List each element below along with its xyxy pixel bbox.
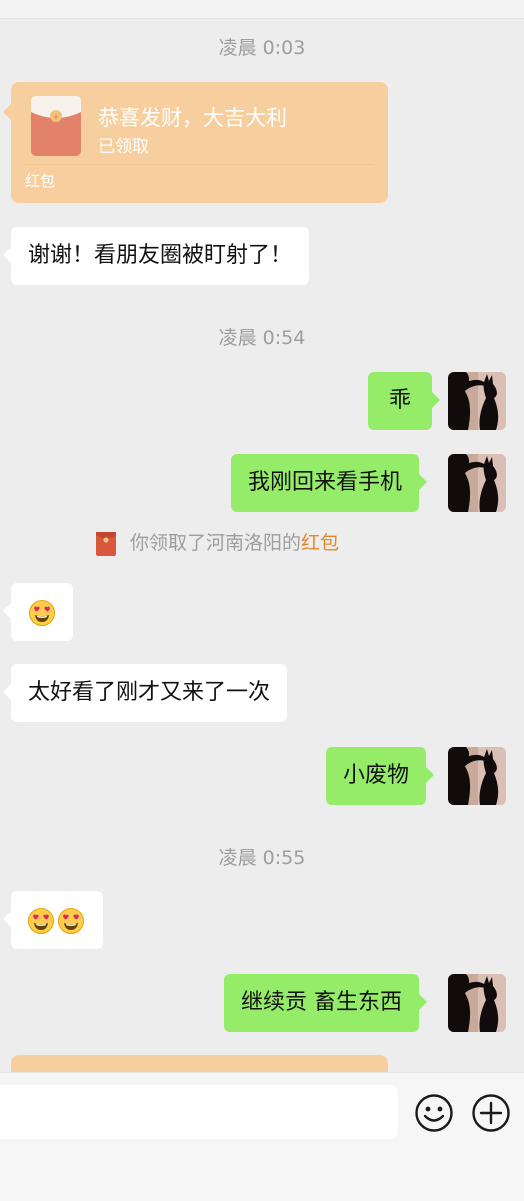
message-bubble-outgoing[interactable]: 我刚回来看手机: [231, 454, 428, 512]
input-bar: [0, 1072, 524, 1201]
system-notice-text: 你领取了河南洛阳的: [130, 532, 302, 554]
avatar[interactable]: [448, 747, 506, 805]
message-bubble-incoming[interactable]: 谢谢！看朋友圈被盯射了！: [2, 227, 310, 285]
message-bubble-incoming[interactable]: [3, 583, 73, 641]
red-packet-divider: [25, 164, 374, 165]
message-bubble-incoming[interactable]: [3, 891, 103, 949]
red-packet-label: 红包: [25, 172, 56, 190]
heart-eyes-emoji-icon: [57, 907, 85, 935]
message-bubble-incoming[interactable]: 太好看了刚才又来了一次: [2, 664, 288, 722]
message-bubble-outgoing[interactable]: 小废物: [326, 747, 435, 805]
red-packet-link[interactable]: 红包: [301, 532, 339, 554]
message-bubble-outgoing[interactable]: 乖: [368, 372, 440, 430]
red-packet-message[interactable]: + 恭喜发财，大吉大利 已领取 红包: [3, 82, 388, 203]
heart-eyes-emoji-icon: [27, 907, 55, 935]
status-bar-edge: [0, 0, 524, 19]
system-notice: 你领取了河南洛阳的红包: [96, 528, 339, 556]
avatar[interactable]: [448, 454, 506, 512]
avatar[interactable]: [448, 974, 506, 1032]
smiley-icon[interactable]: [414, 1093, 454, 1133]
avatar[interactable]: [448, 372, 506, 430]
timestamp: 凌晨 0:55: [218, 847, 306, 869]
red-packet-title: 恭喜发财，大吉大利: [98, 106, 287, 130]
timestamp: 凌晨 0:54: [218, 327, 306, 349]
red-packet-status: 已领取: [98, 137, 149, 157]
red-packet-icon: [96, 531, 116, 556]
plus-circle-icon[interactable]: [471, 1093, 511, 1133]
message-bubble-outgoing[interactable]: 继续贡 畜生东西: [224, 974, 427, 1032]
heart-eyes-emoji-icon: [28, 599, 56, 627]
message-input[interactable]: [0, 1085, 398, 1139]
svg-text:+: +: [53, 113, 60, 122]
red-packet-icon: +: [31, 96, 81, 156]
timestamp: 凌晨 0:03: [218, 37, 306, 59]
